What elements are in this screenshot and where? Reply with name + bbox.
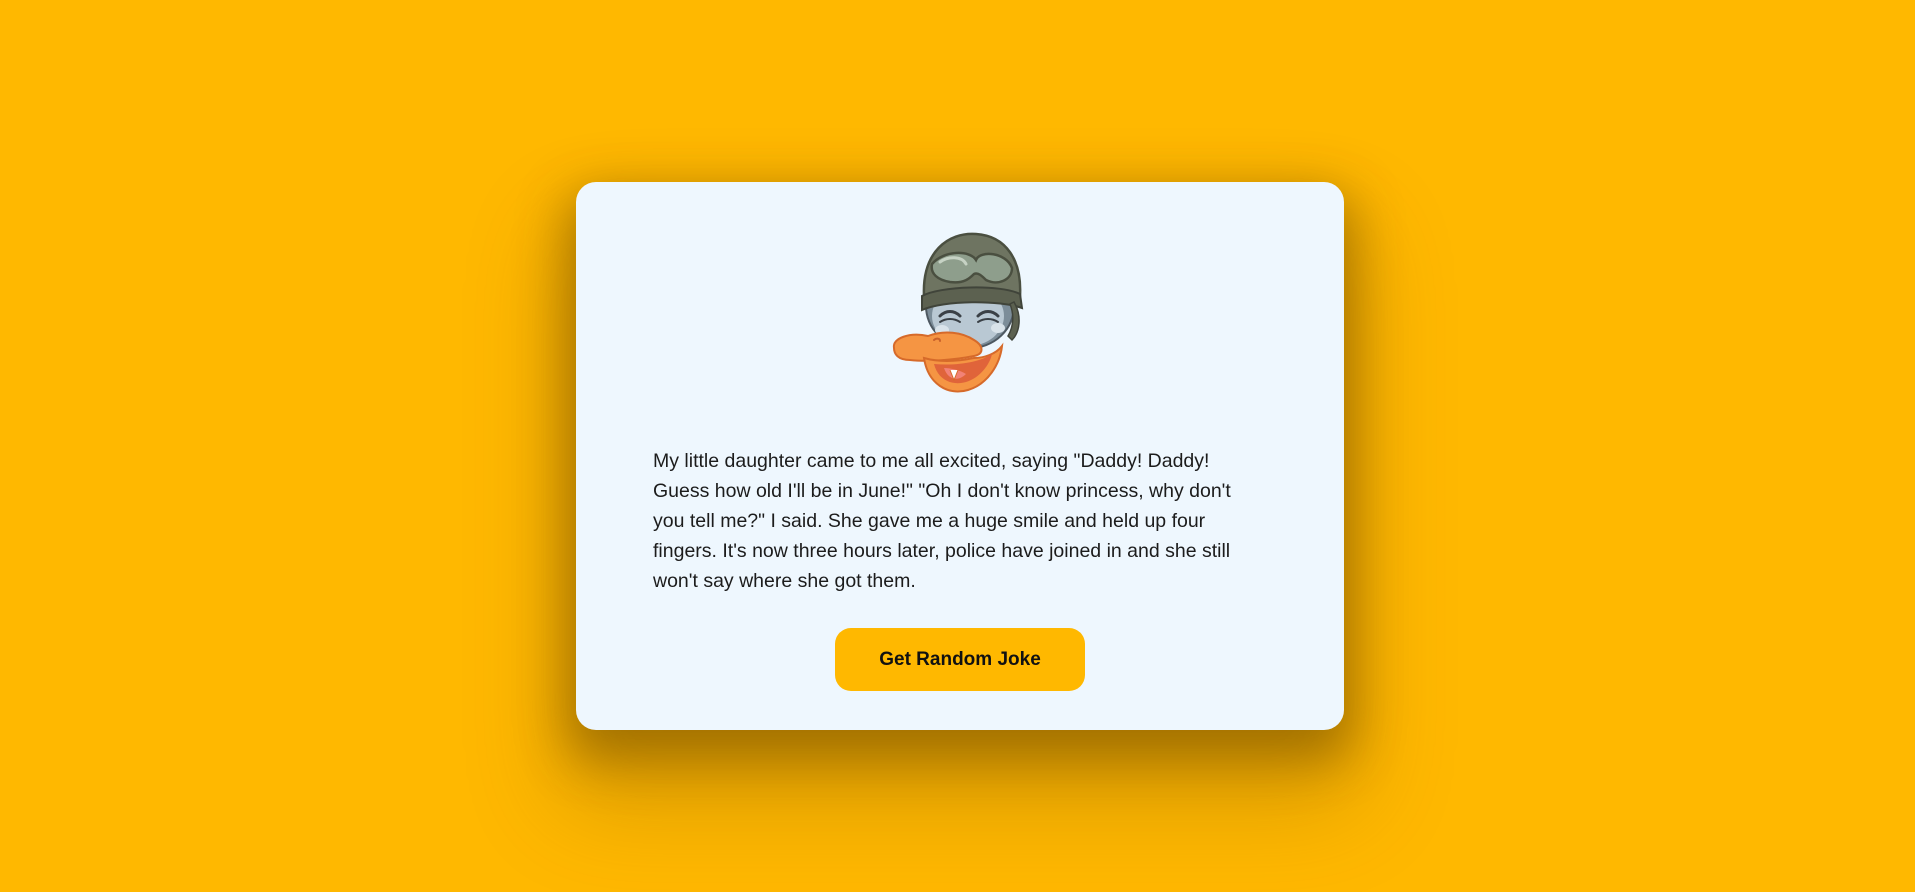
joke-text: My little daughter came to me all excite… <box>653 450 1231 592</box>
duck-soldier-icon <box>892 232 1024 393</box>
joke-card: My little daughter came to me all excite… <box>576 182 1344 730</box>
get-random-joke-button[interactable]: Get Random Joke <box>835 628 1085 691</box>
